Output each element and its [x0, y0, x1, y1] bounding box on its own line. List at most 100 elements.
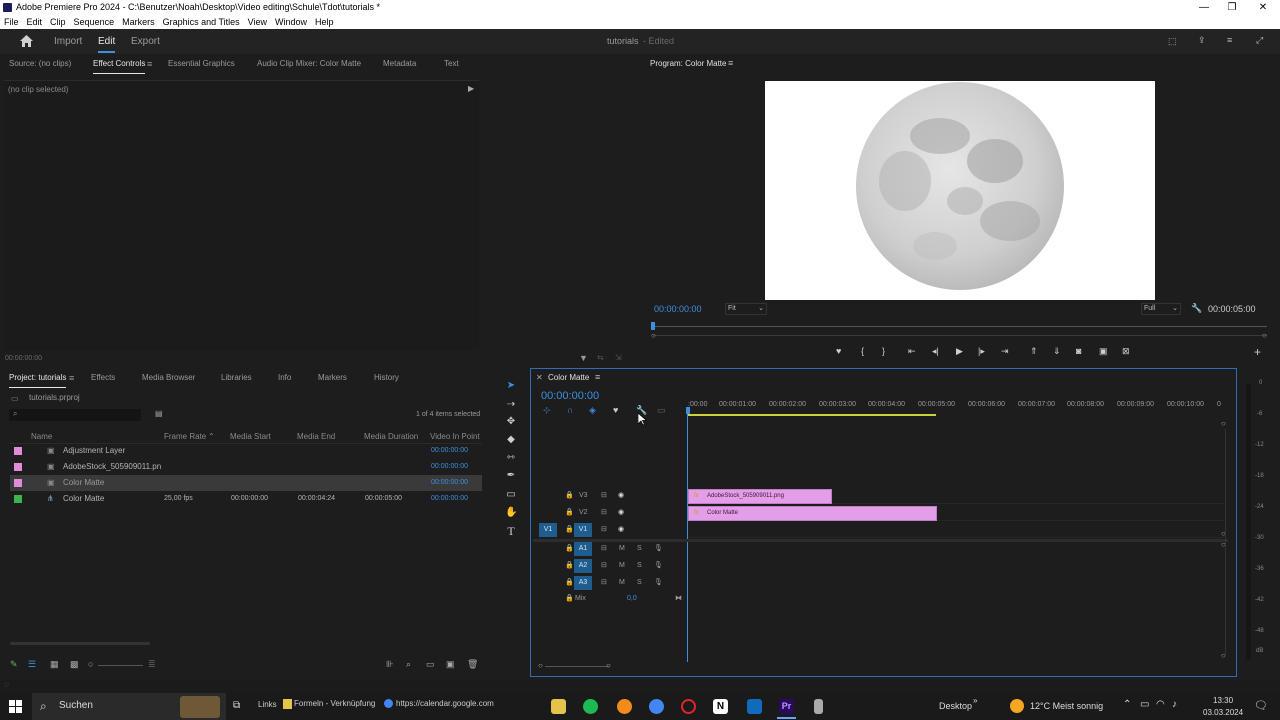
extract-icon[interactable]: ⇓ — [1053, 346, 1061, 357]
eye-icon[interactable]: ◉ — [618, 505, 624, 521]
sync-lock-icon[interactable]: ⊟ — [601, 505, 607, 521]
fit-dropdown[interactable]: Fit ⌄ — [725, 303, 767, 315]
lock-icon[interactable]: 🔒 — [565, 505, 574, 521]
taskbar-search-box[interactable]: ⌕ Suchen — [32, 693, 226, 720]
lock-icon[interactable]: 🔒 — [565, 575, 574, 591]
menu-help[interactable]: Help — [315, 17, 334, 27]
column-frame-rate[interactable]: Frame Rate — [164, 432, 206, 441]
zoom-scroll-bar[interactable] — [653, 335, 1267, 336]
project-row[interactable]: ▣ AdobeStock_505909011.pn 00:00:00:00 — [10, 459, 482, 475]
filter-icon[interactable]: ▼ — [579, 353, 588, 363]
item-in-point[interactable]: 00:00:00:00 — [431, 459, 468, 475]
menu-lines-icon[interactable]: ≡ — [1227, 35, 1232, 45]
taskbar-desktop-toolbar[interactable]: Desktop — [939, 701, 972, 711]
sync-lock-icon[interactable]: ⊟ — [601, 541, 607, 557]
mute-button[interactable]: M — [619, 575, 625, 591]
lock-icon[interactable]: 🔒 — [565, 541, 574, 557]
work-area-bar[interactable] — [688, 414, 936, 416]
battery-icon[interactable]: ▭ — [1140, 699, 1149, 710]
column-media-start[interactable]: Media Start — [230, 432, 271, 441]
folder-shortcut-icon[interactable] — [283, 699, 292, 709]
taskbar-time[interactable]: 13:30 — [1213, 696, 1233, 705]
mix-volume-value[interactable]: 0,0 — [627, 591, 637, 607]
tab-essential-graphics[interactable]: Essential Graphics — [168, 55, 235, 73]
workspaces-icon[interactable]: ⬚ — [1168, 36, 1177, 47]
menu-graphics-titles[interactable]: Graphics and Titles — [163, 17, 240, 27]
resolution-dropdown[interactable]: Full ⌄ — [1141, 303, 1181, 315]
zoom-handle-left[interactable]: ○ — [651, 331, 656, 340]
program-time-ruler[interactable] — [653, 326, 1267, 327]
hand-tool-icon[interactable]: ✋ — [505, 507, 517, 519]
volume-icon[interactable]: ♪ — [1172, 699, 1177, 710]
expand-arrow-icon[interactable]: ▶ — [468, 84, 474, 93]
freeform-view-icon[interactable]: ▩ — [70, 659, 79, 670]
fullscreen-icon[interactable]: ⤢ — [1256, 35, 1263, 46]
timeline-clip[interactable]: fx Color Matte — [688, 506, 937, 521]
project-search-input[interactable]: ⌕ — [9, 409, 141, 421]
ripple-icon[interactable]: ⇆ — [597, 353, 604, 362]
lift-icon[interactable]: ⇑ — [1030, 346, 1038, 357]
toolbar-overflow-icon[interactable]: » — [973, 696, 977, 705]
mute-button[interactable]: M — [619, 541, 625, 557]
tab-text[interactable]: Text — [444, 55, 459, 73]
tab-info[interactable]: Info — [278, 369, 291, 387]
solo-button[interactable]: S — [637, 541, 642, 557]
track-select-tool-icon[interactable]: ⇢ — [505, 399, 517, 411]
track-lane-v1[interactable] — [688, 522, 1224, 538]
close-icon[interactable]: ✕ — [1248, 0, 1278, 15]
microphone-icon[interactable]: 🎙 — [654, 575, 663, 591]
list-view-icon[interactable]: ☰ — [28, 659, 36, 670]
menu-window[interactable]: Window — [275, 17, 307, 27]
edit-mode-tab[interactable]: Edit — [98, 36, 115, 47]
solo-button[interactable]: S — [637, 575, 642, 591]
notification-icon[interactable]: 🗨 — [1254, 699, 1268, 712]
type-tool-icon[interactable]: T — [505, 525, 517, 537]
taskbar-calendar-link[interactable]: https://calendar.google.com — [396, 699, 494, 708]
razor-tool-icon[interactable]: ◆ — [505, 434, 517, 446]
track-label[interactable]: A2 — [574, 559, 592, 573]
new-bin-icon[interactable]: ▭ — [426, 659, 435, 670]
track-label[interactable]: A3 — [574, 576, 592, 590]
zoom-slider-icon[interactable]: ○ — [88, 659, 93, 669]
mark-in-icon[interactable]: { — [861, 346, 864, 356]
windows-start-icon[interactable] — [9, 700, 22, 713]
item-name[interactable]: Adjustment Layer — [63, 443, 125, 459]
column-video-in-point[interactable]: Video In Point — [430, 432, 480, 441]
lock-icon[interactable]: 🔒 — [565, 488, 574, 504]
sequence-menu-icon[interactable]: ≡ — [595, 372, 600, 382]
play-icon[interactable]: ▶ — [956, 346, 963, 357]
column-name[interactable]: Name — [31, 432, 52, 441]
automate-to-sequence-icon[interactable]: ⊪ — [386, 659, 394, 670]
find-icon[interactable]: ⌕ — [406, 659, 411, 670]
trash-icon[interactable]: 🗑 — [467, 659, 478, 670]
audio-device-icon[interactable] — [814, 699, 823, 714]
menu-clip[interactable]: Clip — [50, 17, 66, 27]
import-mode-tab[interactable]: Import — [54, 36, 82, 47]
menu-view[interactable]: View — [248, 17, 267, 27]
scroll-handle-top[interactable]: ○ — [1221, 419, 1226, 428]
selection-tool-icon[interactable]: ➤ — [505, 380, 517, 392]
task-view-icon[interactable]: ⧉ — [233, 700, 240, 711]
tab-effect-controls[interactable]: Effect Controls — [93, 55, 146, 74]
wifi-icon[interactable]: ◠ — [1156, 699, 1165, 710]
zoom-slider[interactable] — [98, 665, 143, 666]
project-row-selected[interactable]: ▣ Color Matte 00:00:00:00 — [10, 475, 482, 491]
snap-magnet-icon[interactable]: ∩ — [567, 405, 573, 415]
menu-edit[interactable]: Edit — [27, 17, 43, 27]
label-color-swatch[interactable] — [14, 479, 22, 487]
sync-lock-icon[interactable]: ⊟ — [601, 522, 607, 538]
icon-view-icon[interactable]: ▦ — [50, 659, 59, 670]
wrench-icon[interactable]: 🔧 — [1191, 303, 1202, 314]
sync-lock-icon[interactable]: ⊟ — [601, 558, 607, 574]
insert-nest-icon[interactable]: ⊹ — [543, 405, 551, 416]
source-patch-v1[interactable]: V1 — [539, 523, 557, 537]
mark-out-icon[interactable]: } — [882, 346, 885, 356]
column-media-duration[interactable]: Media Duration — [364, 432, 418, 441]
opera-icon[interactable] — [681, 699, 696, 714]
tab-media-browser[interactable]: Media Browser — [142, 369, 195, 387]
lock-icon[interactable]: 🔒 — [565, 522, 574, 538]
weather-sun-icon[interactable] — [1010, 699, 1024, 713]
spotify-icon[interactable] — [583, 699, 598, 714]
button-editor-plus-icon[interactable]: + — [1254, 345, 1261, 359]
step-forward-icon[interactable]: |▸ — [978, 346, 985, 357]
